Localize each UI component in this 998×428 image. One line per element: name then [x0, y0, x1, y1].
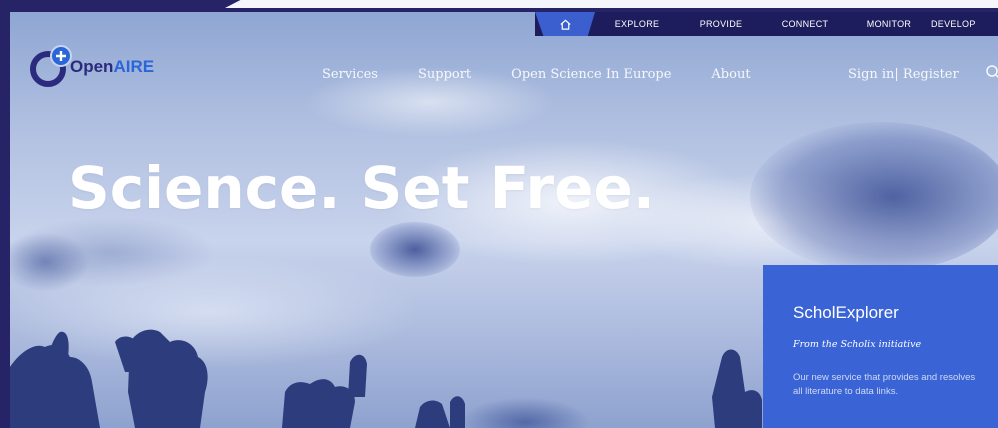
card-description: Our new service that provides and resolv…: [793, 372, 976, 397]
scholexplorer-card[interactable]: ScholExplorer From the Scholix initiativ…: [763, 265, 998, 428]
browser-strip: [225, 0, 998, 8]
openaire-homepage: EXPLORE PROVIDE CONNECT MONITOR DEVELOP …: [10, 12, 998, 428]
outer-frame-left: [0, 0, 10, 428]
card-title: ScholExplorer: [793, 303, 899, 322]
outer-frame-top: [0, 0, 998, 12]
card-subtitle: From the Scholix initiative: [793, 339, 922, 350]
